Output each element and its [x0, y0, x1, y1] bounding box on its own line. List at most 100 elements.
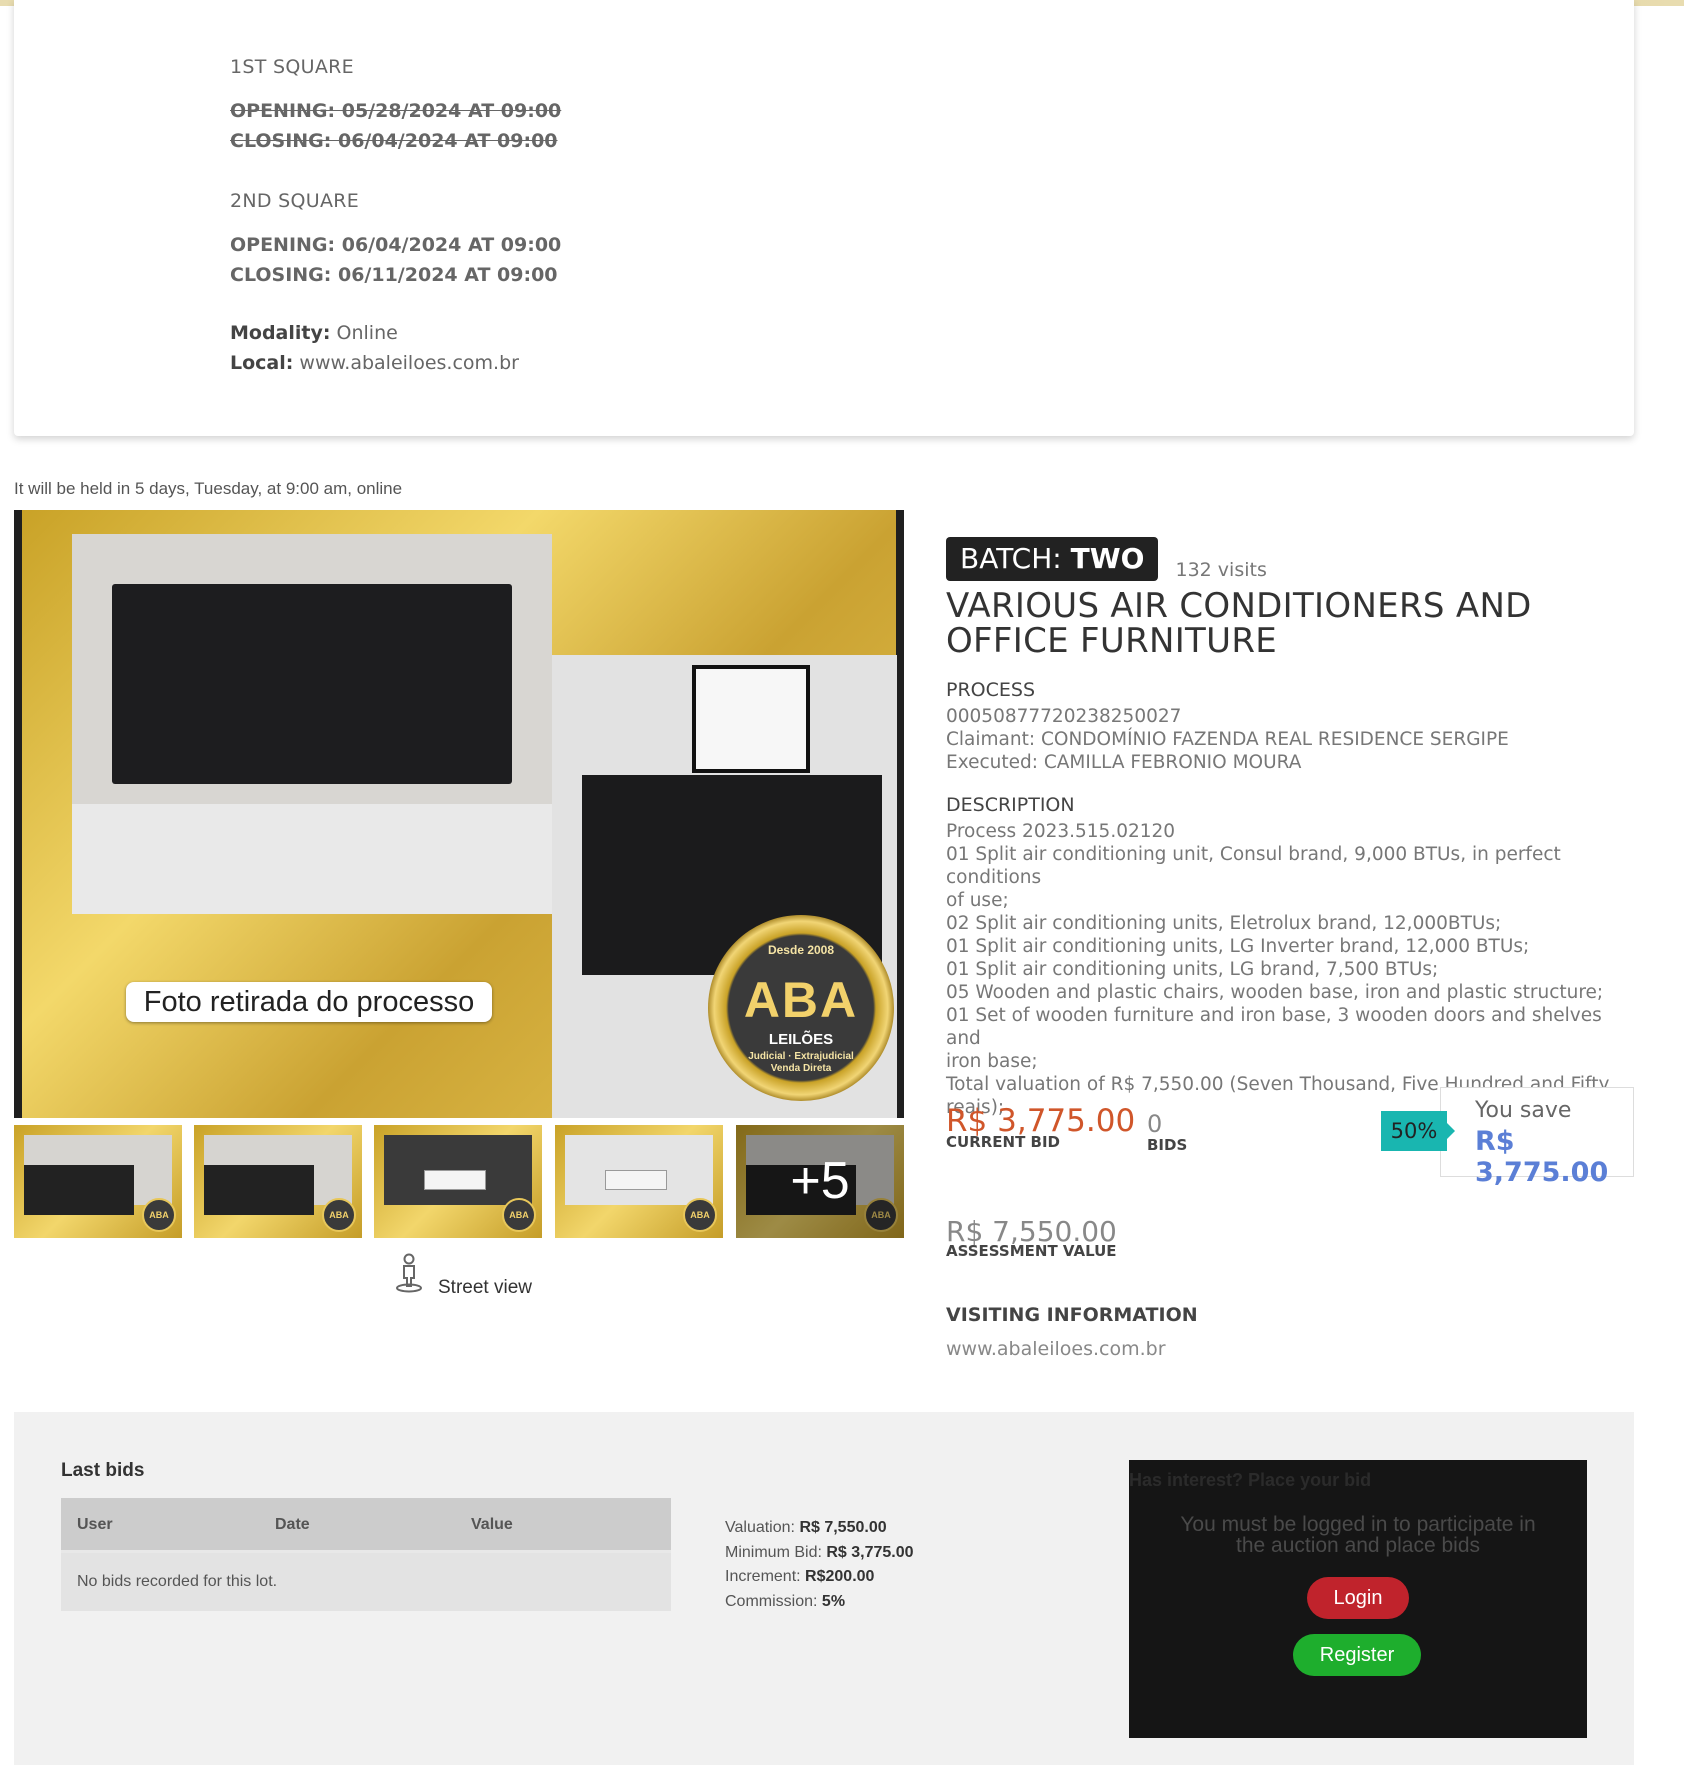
thumb-ac-unit	[424, 1170, 486, 1190]
discount-badge: 50%	[1381, 1111, 1455, 1151]
visits-count: 132 visits	[1175, 559, 1267, 581]
savings-box: You save R$ 3,775.00	[1440, 1087, 1634, 1188]
bids-panel: Last bids User Date Value No bids record…	[14, 1412, 1634, 1765]
seal-tag-1: Judicial · Extrajudicial	[748, 1051, 854, 1062]
seal-tags: Judicial · Extrajudicial Venda Direta	[708, 1051, 894, 1075]
cabinet-shape	[112, 584, 512, 784]
cabinet-photo	[72, 534, 552, 914]
local-value: www.abaleiloes.com.br	[299, 352, 519, 374]
register-button[interactable]: Register	[1293, 1634, 1421, 1676]
column-value: Value	[471, 1516, 513, 1533]
local-label: Local:	[230, 352, 294, 374]
batch-badge: BATCH: TWO	[946, 537, 1159, 581]
modality-row: Modality: Online	[230, 318, 398, 348]
description-line: 01 Set of wooden furniture and iron base…	[946, 1005, 1602, 1049]
valuation-label: Valuation:	[725, 1519, 795, 1536]
claimant: Claimant: CONDOMÍNIO FAZENDA REAL RESIDE…	[946, 729, 1509, 750]
street-view-label: Street view	[438, 1277, 532, 1298]
description-line: Process 2023.515.02120	[946, 821, 1176, 842]
wall-frame-shape	[692, 665, 810, 773]
assessment-value: R$ 7,550.00 ASSESSMENT VALUE	[946, 1215, 1117, 1260]
process-info: 00050877720238250027 Claimant: CONDOMÍNI…	[946, 705, 1636, 774]
increment-value: R$200.00	[805, 1568, 875, 1585]
savings-value: R$ 3,775.00	[1475, 1126, 1609, 1188]
local-row: Local: www.abaleiloes.com.br	[230, 348, 519, 378]
last-bids-heading: Last bids	[61, 1460, 145, 1481]
message-line-2: the auction and place bids	[1235, 1534, 1480, 1557]
thumbnail-4[interactable]: ABA	[555, 1125, 723, 1238]
first-square-title: 1ST SQUARE	[230, 56, 354, 78]
thumbnail-3[interactable]: ABA	[374, 1125, 542, 1238]
login-required-message: You must be logged in to participate in …	[1129, 1514, 1587, 1556]
thumbnail-5[interactable]: ABA +5	[736, 1125, 904, 1238]
thumb-logo: ABA	[322, 1198, 356, 1232]
lot-title-line-2: OFFICE FURNITURE	[946, 621, 1278, 661]
increment-row: Increment: R$200.00	[725, 1565, 914, 1590]
description-line: of use;	[946, 890, 1009, 911]
minimum-bid-value: R$ 3,775.00	[826, 1543, 914, 1561]
visiting-information: VISITING INFORMATION www.abaleiloes.com.…	[946, 1304, 1198, 1360]
last-bids-table: User Date Value No bids recorded for thi…	[61, 1498, 671, 1611]
seal-since: Desde 2008	[767, 943, 835, 957]
bids-count-value: 0	[1147, 1110, 1163, 1138]
bids-count: 0 BIDS	[1147, 1110, 1187, 1154]
description-line: 01 Split air conditioning units, LG Inve…	[946, 936, 1530, 957]
valuation-value: R$ 7,550.00	[799, 1519, 887, 1536]
held-info: It will be held in 5 days, Tuesday, at 9…	[14, 479, 403, 498]
commission-label: Commission:	[725, 1592, 818, 1610]
savings-label: You save	[1475, 1098, 1572, 1123]
thumb-logo: ABA	[502, 1198, 536, 1232]
column-user: User	[77, 1516, 113, 1533]
increment-label: Increment:	[725, 1568, 801, 1585]
place-bid-overlay: Has interest? Place your bid You must be…	[1129, 1460, 1587, 1738]
minimum-bid-row: Minimum Bid: R$ 3,775.00	[725, 1541, 914, 1566]
aba-seal-logo: Desde 2008 ABA LEILÕES Judicial · Extraj…	[708, 915, 894, 1101]
login-button[interactable]: Login	[1307, 1577, 1409, 1619]
description-line: 05 Wooden and plastic chairs, wooden bas…	[946, 982, 1604, 1003]
second-square-closing: CLOSING: 06/11/2024 AT 09:00	[230, 264, 558, 286]
current-bid: R$ 3,775.00 CURRENT BID	[946, 1103, 1135, 1151]
executed: Executed: CAMILLA FEBRONIO MOURA	[946, 752, 1302, 773]
modality-value: Online	[336, 322, 398, 344]
more-photos-count[interactable]: +5	[736, 1125, 904, 1238]
floor-shape	[72, 804, 552, 914]
pegman-icon	[396, 1253, 422, 1293]
description-heading: DESCRIPTION	[946, 794, 1075, 816]
auction-summary: Valuation: R$ 7,550.00 Minimum Bid: R$ 3…	[725, 1516, 914, 1614]
description-text: Process 2023.515.02120 01 Split air cond…	[946, 820, 1636, 1119]
batch-label: BATCH:	[960, 542, 1062, 575]
schedule-card: 1ST SQUARE OPENING: 05/28/2024 AT 09:00 …	[14, 0, 1634, 436]
column-date: Date	[275, 1516, 310, 1533]
description-line: iron base;	[946, 1051, 1038, 1072]
bids-count-label: BIDS	[1147, 1136, 1188, 1154]
visiting-heading: VISITING INFORMATION	[946, 1304, 1198, 1326]
thumb-logo: ABA	[142, 1198, 176, 1232]
batch-value: TWO	[1070, 542, 1145, 575]
main-lot-image[interactable]: Foto retirada do processo Desde 2008 ABA…	[14, 510, 904, 1118]
thumbnail-2[interactable]: ABA	[194, 1125, 362, 1238]
thumb-furniture	[24, 1165, 134, 1215]
seal-brand: ABA	[743, 972, 859, 1028]
second-square-opening: OPENING: 06/04/2024 AT 09:00	[230, 234, 562, 256]
thumb-logo: ABA	[683, 1198, 717, 1232]
message-line-1: You must be logged in to participate in	[1180, 1513, 1536, 1536]
first-square-opening: OPENING: 05/28/2024 AT 09:00	[230, 100, 562, 122]
visiting-value: www.abaleiloes.com.br	[946, 1338, 1166, 1360]
batch-row: BATCH: TWO 132 visits	[946, 537, 1636, 581]
image-background: Foto retirada do processo Desde 2008 ABA…	[22, 510, 897, 1118]
photo-caption: Foto retirada do processo	[126, 982, 492, 1022]
description-line: 02 Split air conditioning units, Eletrol…	[946, 913, 1502, 934]
commission-row: Commission: 5%	[725, 1590, 914, 1615]
empty-bids-row: No bids recorded for this lot.	[61, 1553, 671, 1611]
description-line: 01 Split air conditioning units, LG bran…	[946, 959, 1439, 980]
lot-title: VARIOUS AIR CONDITIONERS AND OFFICE FURN…	[946, 589, 1636, 659]
modality-label: Modality:	[230, 322, 331, 344]
second-square-title: 2ND SQUARE	[230, 190, 360, 212]
seal-tag-2: Venda Direta	[770, 1063, 832, 1074]
seal-sub: LEILÕES	[768, 1031, 834, 1048]
thumbnail-1[interactable]: ABA	[14, 1125, 182, 1238]
process-number: 00050877720238250027	[946, 706, 1182, 727]
lot-details: BATCH: TWO 132 visits VARIOUS AIR CONDIT…	[946, 537, 1636, 1119]
table-header: User Date Value	[61, 1498, 671, 1553]
description-line: 01 Split air conditioning unit, Consul b…	[946, 844, 1561, 888]
